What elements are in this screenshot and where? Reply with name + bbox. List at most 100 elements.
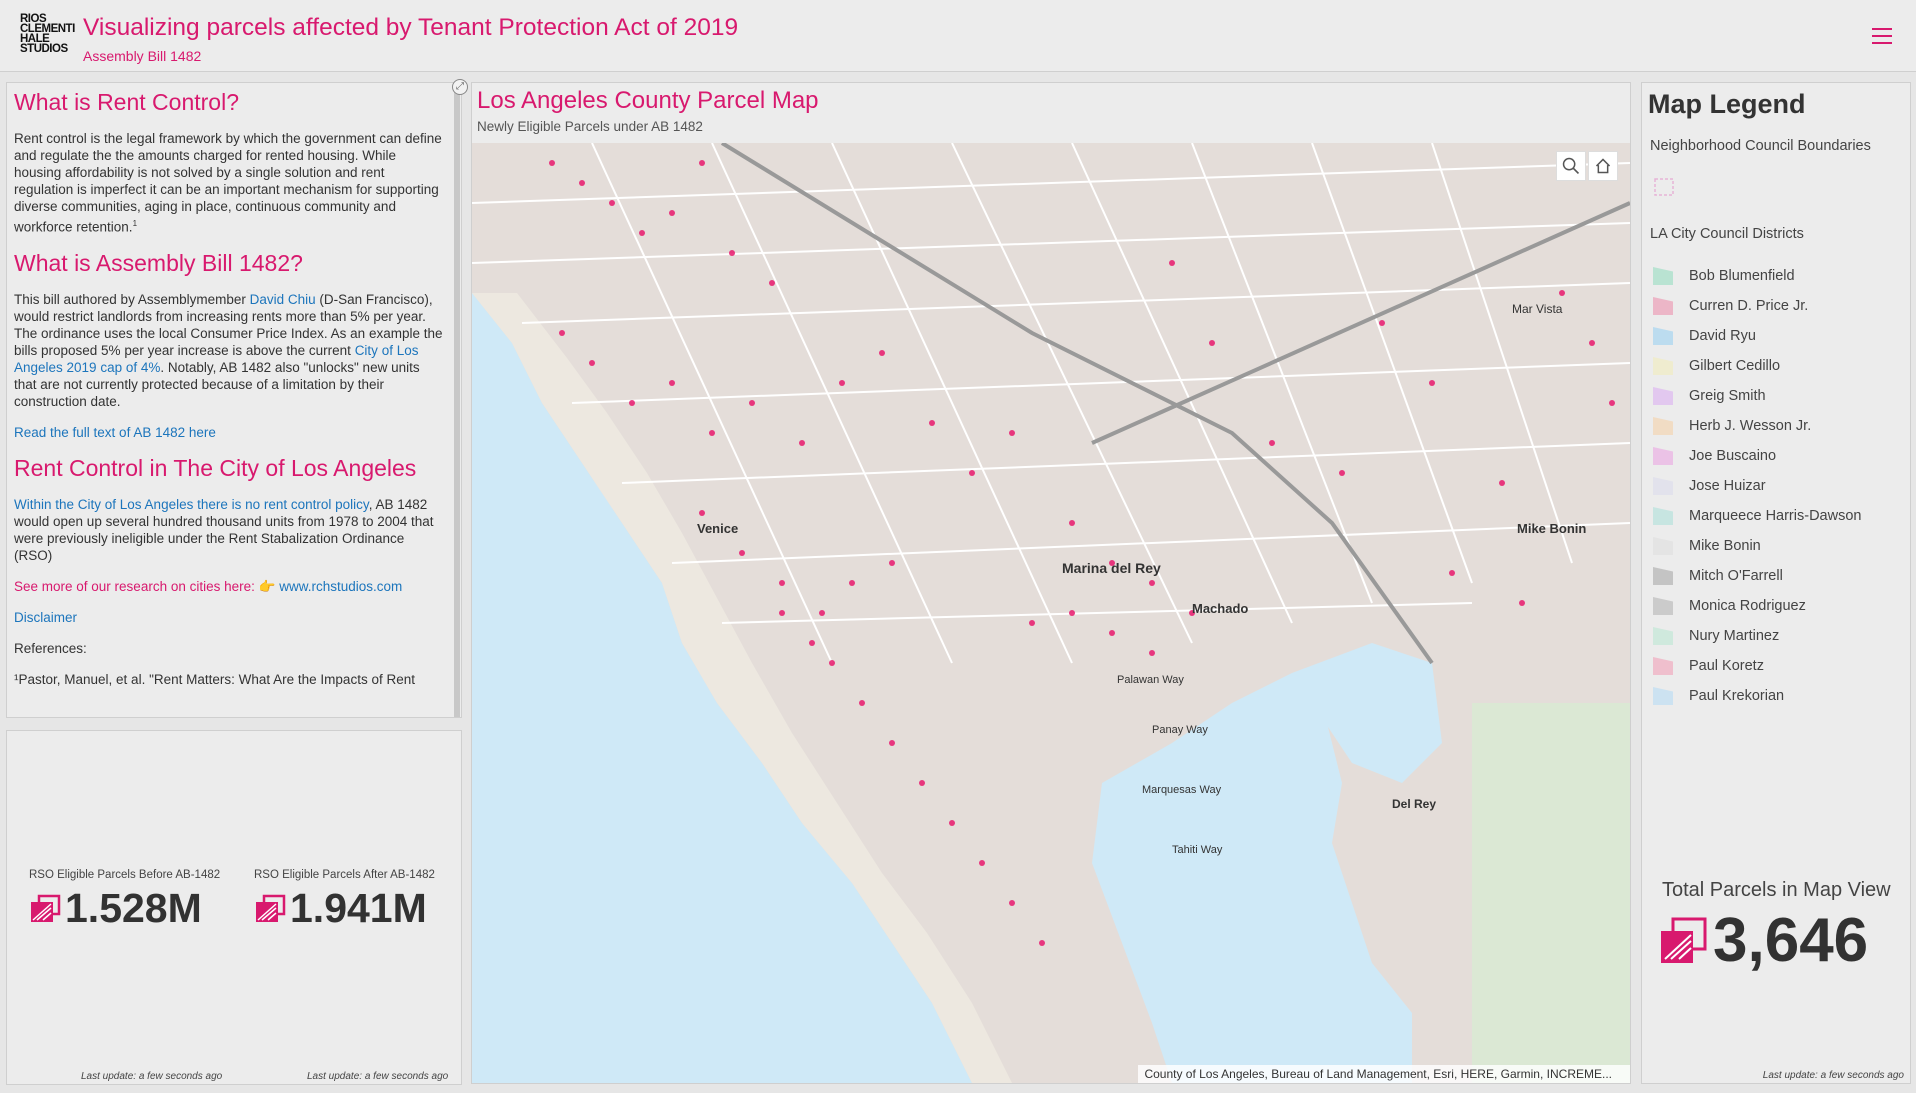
map-label-panay: Panay Way bbox=[1152, 724, 1208, 736]
map-label-del-rey: Del Rey bbox=[1392, 797, 1436, 811]
references-label: References: bbox=[14, 640, 87, 656]
legend-item-label: Mike Bonin bbox=[1689, 538, 1761, 554]
cd-districts-label: LA City Council Districts bbox=[1650, 226, 1804, 242]
map-label-venice: Venice bbox=[697, 521, 738, 536]
before-value: 1.528M bbox=[65, 885, 202, 931]
legend-item-label: Joe Buscaino bbox=[1689, 448, 1777, 464]
ab1482-text: This bill authored by Assemblymember Dav… bbox=[14, 291, 443, 409]
legend-item-label: Paul Krekorian bbox=[1689, 688, 1785, 704]
legend-swatch bbox=[1653, 627, 1673, 645]
ab1482-heading: What is Assembly Bill 1482? bbox=[14, 249, 303, 276]
legend-item-label: Marqueece Harris-Dawson bbox=[1689, 508, 1862, 524]
legend-item-label: Nury Martinez bbox=[1689, 628, 1780, 644]
page-subtitle: Assembly Bill 1482 bbox=[83, 48, 202, 64]
before-label: RSO Eligible Parcels Before AB-1482 bbox=[29, 869, 221, 881]
after-label: RSO Eligible Parcels After AB-1482 bbox=[254, 869, 435, 881]
legend-item-label: Jose Huizar bbox=[1689, 478, 1766, 494]
nc-boundaries-label: Neighborhood Council Boundaries bbox=[1650, 138, 1871, 154]
info-scrollbar[interactable] bbox=[454, 89, 460, 717]
legend-swatch bbox=[1653, 507, 1673, 525]
legend-item: Monica Rodriguez bbox=[1653, 591, 1861, 621]
legend-swatch bbox=[1653, 657, 1673, 675]
map-label-mike-bonin: Mike Bonin bbox=[1517, 521, 1586, 536]
total-parcels: 3,646 bbox=[1659, 905, 1868, 976]
map-attribution: County of Los Angeles, Bureau of Land Ma… bbox=[1138, 1065, 1630, 1083]
legend-item: Marqueece Harris-Dawson bbox=[1653, 501, 1861, 531]
rent-control-heading: What is Rent Control? bbox=[14, 89, 239, 115]
app-header: RIOS CLEMENTI HALE STUDIOS Visualizing p… bbox=[0, 0, 1916, 72]
legend-item: Curren D. Price Jr. bbox=[1653, 291, 1861, 321]
map-label-machado: Machado bbox=[1192, 601, 1248, 616]
total-parcels-value: 3,646 bbox=[1713, 906, 1869, 975]
legend-swatch bbox=[1653, 387, 1673, 405]
map-panel: Los Angeles County Parcel Map Newly Elig… bbox=[471, 82, 1631, 1084]
map-label-marquesas: Marquesas Way bbox=[1142, 784, 1222, 796]
legend-item-label: David Ryu bbox=[1689, 328, 1756, 344]
hamburger-menu-icon[interactable] bbox=[1872, 28, 1892, 46]
legend-item: Mike Bonin bbox=[1653, 531, 1861, 561]
rent-control-text: Rent control is the legal framework by w… bbox=[14, 131, 442, 235]
info-panel: What is Rent Control? Rent control is th… bbox=[6, 82, 462, 718]
legend-item-label: Mitch O'Farrell bbox=[1689, 568, 1783, 584]
legend-item-label: Bob Blumenfield bbox=[1689, 268, 1795, 284]
legend-item-label: Monica Rodriguez bbox=[1689, 598, 1806, 614]
after-stat: RSO Eligible Parcels After AB-1482 1.941… bbox=[254, 869, 435, 932]
basemap[interactable]: Venice Marina del Rey Machado Mike Bonin… bbox=[472, 143, 1630, 1083]
last-update-after: Last update: a few seconds ago bbox=[307, 1071, 449, 1082]
legend-item: Herb J. Wesson Jr. bbox=[1653, 411, 1861, 441]
legend-swatch bbox=[1653, 567, 1673, 585]
legend-item: Nury Martinez bbox=[1653, 621, 1861, 651]
after-value: 1.941M bbox=[290, 885, 427, 931]
expand-icon[interactable]: ⤢ bbox=[452, 79, 468, 95]
legend-swatch bbox=[1653, 687, 1673, 705]
legend-swatch bbox=[1653, 267, 1673, 285]
la-rent-control-text: Within the City of Los Angeles there is … bbox=[14, 496, 434, 563]
map-subtitle: Newly Eligible Parcels under AB 1482 bbox=[477, 119, 703, 134]
legend-item: Gilbert Cedillo bbox=[1653, 351, 1861, 381]
parcel-icon bbox=[31, 894, 61, 922]
studio-logo: RIOS CLEMENTI HALE STUDIOS bbox=[20, 13, 75, 55]
legend-panel: Map Legend Neighborhood Council Boundari… bbox=[1641, 82, 1911, 1084]
last-update-total: Last update: a few seconds ago bbox=[1762, 1070, 1904, 1081]
before-stat: RSO Eligible Parcels Before AB-1482 1.52… bbox=[29, 869, 220, 932]
nc-boundary-swatch bbox=[1654, 178, 1674, 196]
david-chiu-link[interactable]: David Chiu bbox=[250, 292, 316, 307]
parcel-icon bbox=[1661, 917, 1707, 963]
legend-item: Bob Blumenfield bbox=[1653, 261, 1861, 291]
legend-title: Map Legend bbox=[1648, 89, 1806, 119]
legend-swatch bbox=[1653, 297, 1673, 315]
legend-swatch bbox=[1653, 327, 1673, 345]
page-title: Visualizing parcels affected by Tenant P… bbox=[83, 14, 739, 41]
disclaimer-link[interactable]: Disclaimer bbox=[14, 609, 443, 626]
rch-studios-link[interactable]: www.rchstudios.com bbox=[279, 579, 402, 594]
legend-item-label: Herb J. Wesson Jr. bbox=[1689, 418, 1812, 434]
map-search-icon[interactable] bbox=[1556, 151, 1586, 181]
map-home-icon[interactable] bbox=[1588, 151, 1618, 181]
legend-item-label: Gilbert Cedillo bbox=[1689, 358, 1781, 374]
parcel-map[interactable]: Venice Marina del Rey Machado Mike Bonin… bbox=[472, 143, 1630, 1083]
la-rent-control-heading: Rent Control in The City of Los Angeles bbox=[14, 454, 417, 481]
map-title: Los Angeles County Parcel Map bbox=[477, 87, 819, 114]
reference-1: ¹Pastor, Manuel, et al. "Rent Matters: W… bbox=[14, 671, 415, 687]
last-update-before: Last update: a few seconds ago bbox=[81, 1071, 223, 1082]
legend-swatch bbox=[1653, 447, 1673, 465]
legend-item: Mitch O'Farrell bbox=[1653, 561, 1861, 591]
legend-item: Paul Krekorian bbox=[1653, 681, 1861, 711]
legend-item: Joe Buscaino bbox=[1653, 441, 1861, 471]
read-full-text-link[interactable]: Read the full text of AB 1482 here bbox=[14, 424, 443, 441]
legend-item: Paul Koretz bbox=[1653, 651, 1861, 681]
map-label-marina: Marina del Rey bbox=[1062, 560, 1161, 576]
legend-item-label: Greig Smith bbox=[1689, 388, 1766, 404]
see-more-text: See more of our research on cities here:… bbox=[14, 578, 403, 594]
no-rent-control-link[interactable]: Within the City of Los Angeles there is … bbox=[14, 497, 369, 512]
stats-panel: RSO Eligible Parcels Before AB-1482 1.52… bbox=[6, 730, 462, 1085]
legend-list: Bob Blumenfield Curren D. Price Jr. David … bbox=[1653, 261, 1861, 711]
legend-swatch bbox=[1653, 357, 1673, 375]
parcel-icon bbox=[256, 894, 286, 922]
map-label-mar-vista: Mar Vista bbox=[1512, 302, 1563, 316]
legend-item: David Ryu bbox=[1653, 321, 1861, 351]
legend-swatch bbox=[1653, 477, 1673, 495]
legend-swatch bbox=[1653, 417, 1673, 435]
pointing-hand-icon: 👉 bbox=[258, 578, 276, 594]
map-label-tahiti: Tahiti Way bbox=[1172, 844, 1223, 856]
